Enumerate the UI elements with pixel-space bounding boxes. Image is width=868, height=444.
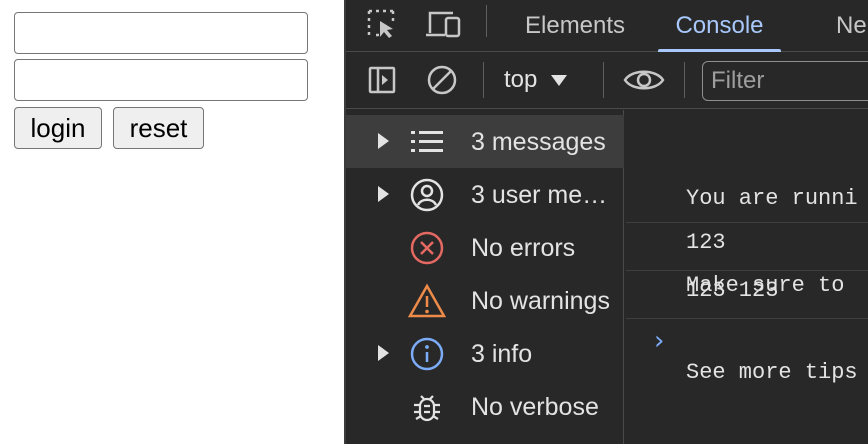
- message-divider: [626, 318, 868, 319]
- console-log-entry: 123 123: [686, 278, 779, 303]
- console-prompt-icon[interactable]: ›: [654, 326, 664, 356]
- expand-arrow-icon[interactable]: [378, 133, 389, 149]
- username-input[interactable]: [14, 12, 308, 54]
- sidebar-item-label: No verbose: [471, 393, 599, 421]
- sidebar-item-messages[interactable]: 3 messages: [346, 115, 624, 168]
- web-page: login reset: [0, 0, 344, 444]
- sidebar-item-verbose[interactable]: No verbose: [346, 380, 624, 433]
- sidebar-item-info[interactable]: 3 info: [346, 327, 624, 380]
- info-circle-icon: [408, 335, 446, 373]
- reset-button[interactable]: reset: [113, 107, 204, 149]
- devtools-panel: Elements Console Ne top Filter 3 message…: [344, 0, 868, 444]
- list-icon: [408, 123, 446, 161]
- bug-icon: [408, 388, 446, 426]
- sidebar-toggle-icon[interactable]: [364, 62, 400, 98]
- toolbar-separator-2: [603, 62, 604, 98]
- dropdown-arrow-icon: [551, 74, 568, 86]
- console-output: You are runni Make sure to See more tips…: [626, 110, 868, 444]
- tab-console[interactable]: Console: [658, 0, 781, 52]
- sidebar-item-label: No errors: [471, 234, 576, 262]
- expand-arrow-icon[interactable]: [378, 345, 389, 361]
- error-circle-icon: [408, 229, 446, 267]
- login-button[interactable]: login: [14, 107, 102, 149]
- expand-arrow-icon[interactable]: [378, 186, 389, 202]
- toolbar-separator-3: [684, 62, 685, 98]
- sidebar-item-errors[interactable]: No errors: [346, 221, 624, 274]
- password-input[interactable]: [14, 59, 308, 101]
- console-sidebar: 3 messages 3 user me… No errors No warni…: [346, 110, 624, 444]
- sidebar-item-label: 3 messages: [471, 128, 606, 156]
- console-line: See more tips: [686, 360, 858, 385]
- console-toolbar: top: [346, 52, 868, 109]
- toolbar-separator: [483, 62, 484, 98]
- device-toolbar-icon[interactable]: [424, 4, 464, 44]
- console-line: You are runni: [686, 186, 858, 211]
- sidebar-item-user-messages[interactable]: 3 user me…: [346, 168, 624, 221]
- sidebar-item-label: 3 info: [471, 340, 533, 368]
- filter-input[interactable]: [702, 61, 868, 101]
- devtools-tabbar: Elements Console Ne: [346, 0, 868, 52]
- tab-console-label: Console: [675, 11, 764, 39]
- clear-console-icon[interactable]: [424, 62, 460, 98]
- context-label: top: [504, 66, 538, 93]
- sidebar-item-label: 3 user me…: [471, 181, 608, 209]
- context-selector[interactable]: top: [504, 64, 568, 96]
- inspect-element-icon[interactable]: [362, 4, 402, 44]
- sidebar-item-warnings[interactable]: No warnings: [346, 274, 624, 327]
- user-circle-icon: [408, 176, 446, 214]
- message-divider: [626, 270, 868, 271]
- live-expression-eye-icon[interactable]: [622, 62, 666, 98]
- tabbar-separator: [486, 5, 487, 37]
- sidebar-item-label: No warnings: [471, 287, 610, 315]
- tab-network[interactable]: Ne: [836, 0, 867, 51]
- message-divider: [626, 222, 868, 223]
- console-log-entry: 123: [686, 230, 726, 255]
- tab-elements[interactable]: Elements: [525, 0, 625, 51]
- warning-triangle-icon: [408, 282, 446, 320]
